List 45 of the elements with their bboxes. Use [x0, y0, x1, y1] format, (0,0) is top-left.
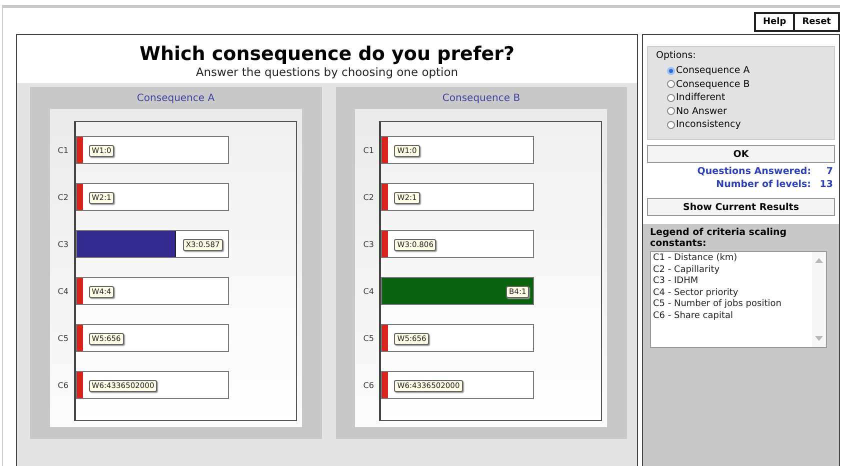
ok-button[interactable]: OK — [647, 145, 835, 163]
axis-label: C2 — [58, 192, 68, 202]
toolbar-button[interactable]: Reset — [793, 12, 840, 32]
legend-item: C4 - Sector priority — [653, 288, 740, 299]
radio-icon[interactable] — [667, 94, 675, 102]
stat-value: 7 — [825, 165, 833, 178]
radio-icon[interactable] — [667, 80, 675, 88]
radio-option[interactable]: No Answer — [656, 104, 828, 118]
radio-icon[interactable] — [667, 107, 675, 116]
legend-listbox[interactable]: C1 - Distance (km) C2 - Capillarity C3 - IDHM C4 - Sector priority C5 - Number of jobs position C6 - Share capital — [650, 251, 827, 348]
legend-item: C1 - Distance (km) — [653, 253, 738, 264]
toolbar-button[interactable]: Help — [754, 12, 796, 32]
axis-label: C2 — [363, 192, 374, 202]
legend-item: C6 - Share capital — [653, 310, 734, 322]
legend-item: C2 - Capillarity — [653, 264, 721, 276]
show-results-button[interactable]: Show Current Results — [647, 198, 835, 216]
axis-label: C1 — [58, 146, 68, 154]
legend-item: C5 - Number of jobs position — [653, 299, 782, 310]
axis-label: C1 — [363, 146, 374, 154]
axis-label: C3 — [363, 240, 374, 248]
stat-value: 13 — [818, 178, 833, 191]
scroll-up-icon[interactable] — [815, 258, 823, 263]
radio-option[interactable]: Indifferent — [656, 91, 828, 104]
radio-option[interactable]: Inconsistency — [656, 118, 828, 132]
consequence-title: Consequence B — [442, 93, 520, 106]
axis-label: C4 — [58, 286, 68, 296]
axis-label: C6 — [58, 380, 68, 390]
legend-item: C3 - IDHM — [653, 276, 700, 288]
axis-label: C3 — [58, 240, 68, 248]
axis-label: C5 — [363, 334, 374, 342]
radio-icon[interactable] — [667, 66, 675, 75]
options-label: Options: — [656, 50, 697, 61]
stat-label: Number of levels: — [716, 178, 811, 191]
axis-label: C5 — [58, 334, 68, 342]
axis-label: C6 — [363, 380, 374, 390]
scroll-down-icon[interactable] — [815, 336, 823, 341]
legend-title: Legend of criteria scaling constants: — [650, 227, 788, 249]
axis-label: C4 — [363, 286, 374, 296]
stat-label: Questions Answered: — [697, 165, 811, 178]
question-subtitle: Answer the questions by choosing one option — [194, 65, 460, 79]
radio-icon[interactable] — [667, 120, 675, 129]
radio-option[interactable]: Consequence B — [656, 78, 828, 91]
question-title: Which consequence do you prefer? — [138, 43, 516, 65]
radio-option[interactable]: Consequence A — [656, 64, 828, 78]
consequence-title: Consequence A — [136, 93, 215, 106]
